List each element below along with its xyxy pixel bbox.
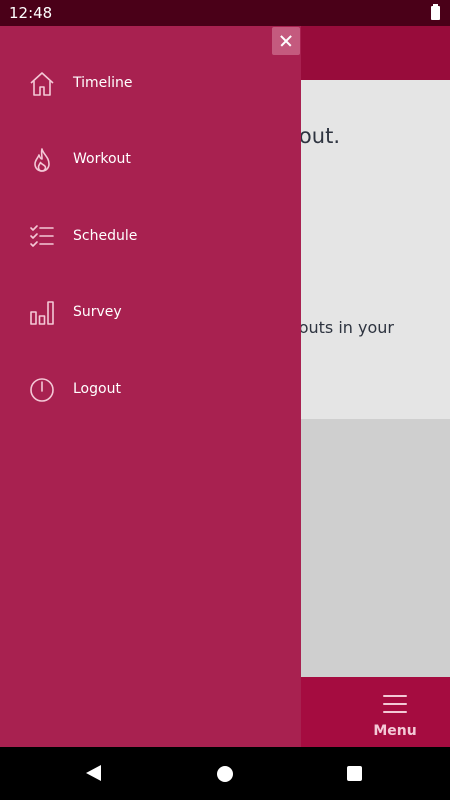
home-button-icon[interactable] [217,766,233,782]
drawer-item-label: Logout [73,381,121,397]
flame-icon [34,148,50,172]
drawer-item-label: Timeline [73,75,133,91]
drawer-item-label: Schedule [73,228,138,244]
drawer-item-timeline[interactable]: Timeline [0,55,301,111]
drawer-item-label: Survey [73,304,122,320]
drawer-item-survey[interactable]: Survey [0,284,301,340]
navigation-drawer: Timeline Workout Schedule Survey Logout [0,26,301,747]
power-icon [30,378,54,402]
drawer-item-workout[interactable]: Workout [0,131,301,187]
menu-label: Menu [373,723,417,739]
status-bar: 12:48 [0,0,450,26]
back-icon[interactable] [86,765,101,781]
drawer-item-schedule[interactable]: Schedule [0,208,301,264]
drawer-item-logout[interactable]: Logout [0,361,301,417]
battery-icon [431,4,440,20]
recent-apps-icon[interactable] [347,766,362,781]
hamburger-icon [383,695,407,713]
close-icon[interactable] [272,27,300,55]
checklist-icon [30,225,54,247]
bar-chart-icon [30,301,54,325]
system-nav-bar [0,747,450,800]
menu-button[interactable]: Menu [364,677,426,747]
drawer-item-label: Workout [73,151,131,167]
status-time: 12:48 [9,4,53,22]
home-icon [30,72,54,96]
